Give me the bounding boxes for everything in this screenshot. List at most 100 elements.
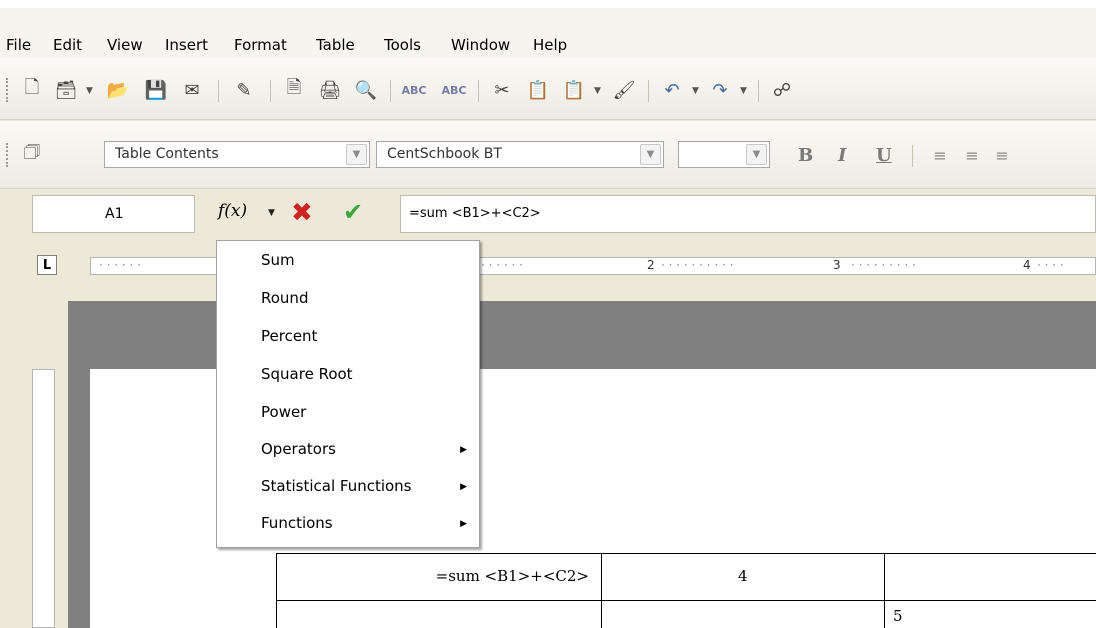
ruler-number: 4: [1023, 258, 1031, 272]
menu-item-sum[interactable]: Sum: [261, 251, 295, 269]
paragraph-style-select[interactable]: Table Contents ▼: [104, 141, 370, 168]
table-cell-b1-text: 4: [738, 567, 748, 585]
align-center-icon[interactable]: ≡: [960, 143, 984, 167]
formula-input[interactable]: =sum <B1>+<C2>: [400, 195, 1096, 233]
copy-icon[interactable]: 📋: [526, 78, 550, 102]
styles-formatting-icon[interactable]: 🗇: [20, 142, 44, 167]
toolbar-separator: [390, 80, 391, 102]
vertical-ruler[interactable]: [32, 369, 55, 628]
toolbar-separator: [648, 80, 649, 102]
formula-functions-menu: Sum Round Percent Square Root Power Oper…: [216, 240, 480, 548]
toolbar-grip[interactable]: [6, 143, 10, 167]
chevron-down-icon[interactable]: ▼: [640, 144, 661, 165]
menu-edit[interactable]: Edit: [53, 36, 82, 54]
spellcheck-icon[interactable]: ABC: [402, 78, 427, 102]
toolbar-separator: [478, 80, 479, 102]
submenu-arrow-icon: ▶: [460, 482, 467, 492]
table-cell-c2-text: 5: [893, 607, 903, 625]
formula-fx-icon[interactable]: f(x): [218, 201, 247, 221]
undo-icon[interactable]: ↶: [660, 78, 684, 102]
ruler-ticks: · · · ·: [1037, 258, 1064, 272]
ruler-number: 3: [833, 258, 841, 272]
clone-formatting-icon[interactable]: 🖌: [612, 78, 636, 102]
submenu-arrow-icon: ▶: [460, 445, 467, 455]
menu-item-power[interactable]: Power: [261, 403, 306, 421]
menu-item-statistical-functions[interactable]: Statistical Functions: [261, 477, 412, 495]
align-right-icon[interactable]: ≡: [990, 143, 1014, 167]
ruler-number: 2: [647, 258, 655, 272]
table-cell-b2[interactable]: [601, 600, 885, 628]
paragraph-style-value: Table Contents: [115, 146, 219, 162]
ruler-ticks: · · · · · ·: [99, 258, 141, 272]
chevron-down-icon[interactable]: ▼: [268, 208, 275, 218]
submenu-arrow-icon: ▶: [460, 519, 467, 529]
menu-item-percent[interactable]: Percent: [261, 327, 317, 345]
table-cell-a2[interactable]: [276, 600, 602, 628]
print-icon[interactable]: 🖨: [318, 78, 342, 102]
ruler-ticks: · · · · · · · · · ·: [661, 258, 734, 272]
bold-button[interactable]: B: [798, 145, 813, 166]
menu-item-round[interactable]: Round: [261, 289, 308, 307]
chevron-down-icon[interactable]: ▼: [746, 144, 767, 165]
toolbar-separator: [218, 80, 219, 102]
font-name-select[interactable]: CentSchbook BT ▼: [376, 141, 664, 168]
chevron-down-icon[interactable]: ▼: [86, 86, 93, 96]
tab-stop-type-button[interactable]: L: [37, 255, 57, 275]
toolbar-grip[interactable]: [6, 78, 10, 102]
menu-insert[interactable]: Insert: [165, 36, 208, 54]
underline-button[interactable]: U: [876, 145, 892, 166]
menu-item-operators[interactable]: Operators: [261, 440, 336, 458]
apply-formula-icon[interactable]: ✔: [343, 198, 363, 226]
table-cell-a1-text: =sum <B1>+<C2>: [435, 567, 589, 585]
document-area: =sum <B1>+<C2> 4 5: [0, 281, 1096, 628]
toolbar-separator: [270, 80, 271, 102]
menu-tools[interactable]: Tools: [384, 36, 421, 54]
chevron-down-icon[interactable]: ▼: [740, 86, 747, 96]
standard-toolbar: 🗋 🗃 ▼ 📂 💾 ✉ ✎ 🗎 🖨 🔍 ABC ABC ✂ 📋 📋 ▼ 🖌 ↶ …: [0, 58, 1096, 120]
menu-item-functions[interactable]: Functions: [261, 514, 333, 532]
menu-file[interactable]: File: [6, 36, 31, 54]
table-cell-b1[interactable]: 4: [601, 553, 885, 601]
toolbar-separator: [912, 145, 913, 167]
templates-icon[interactable]: 🗃: [54, 78, 78, 102]
open-folder-icon[interactable]: 📂: [106, 78, 130, 102]
table-cell-c2[interactable]: 5: [884, 600, 1096, 628]
formula-bar: A1 f(x) ▼ ✖ ✔ =sum <B1>+<C2>: [0, 190, 1096, 240]
align-left-icon[interactable]: ≡: [928, 143, 952, 167]
formula-input-value: =sum <B1>+<C2>: [409, 206, 541, 221]
menu-help[interactable]: Help: [533, 36, 567, 54]
chevron-down-icon[interactable]: ▼: [346, 144, 367, 165]
menu-format[interactable]: Format: [234, 36, 287, 54]
menu-bar: File Edit View Insert Format Table Tools…: [0, 0, 1096, 58]
page-preview-icon[interactable]: 🔍: [354, 78, 378, 102]
hyperlink-icon[interactable]: ☍: [770, 78, 794, 102]
export-pdf-icon[interactable]: 🗎: [282, 77, 306, 102]
redo-icon[interactable]: ↷: [708, 78, 732, 102]
horizontal-ruler-area: L · · · · · · · · · · · · 2 · · · · · · …: [0, 241, 1096, 281]
menu-view[interactable]: View: [107, 36, 143, 54]
edit-file-icon[interactable]: ✎: [232, 78, 256, 102]
cell-reference-value: A1: [105, 206, 124, 222]
table-cell-c1[interactable]: [884, 553, 1096, 601]
chevron-down-icon[interactable]: ▼: [692, 86, 699, 96]
toolbar-separator: [758, 80, 759, 102]
chevron-down-icon[interactable]: ▼: [594, 86, 601, 96]
menu-window[interactable]: Window: [451, 36, 510, 54]
cut-icon[interactable]: ✂: [490, 78, 514, 102]
cell-reference-field[interactable]: A1: [32, 195, 195, 233]
paste-icon[interactable]: 📋: [562, 78, 586, 102]
ruler-ticks: · · · · · ·: [481, 258, 523, 272]
email-icon[interactable]: ✉: [180, 78, 204, 102]
menu-table[interactable]: Table: [316, 36, 355, 54]
formatting-toolbar: 🗇 Table Contents ▼ CentSchbook BT ▼ ▼ B …: [0, 121, 1096, 189]
new-document-icon[interactable]: 🗋: [20, 77, 44, 102]
save-icon[interactable]: 💾: [144, 78, 168, 102]
font-size-select[interactable]: ▼: [678, 141, 770, 168]
cancel-formula-icon[interactable]: ✖: [291, 198, 313, 228]
table-cell-a1[interactable]: =sum <B1>+<C2>: [276, 553, 602, 601]
menu-item-square-root[interactable]: Square Root: [261, 365, 353, 383]
ruler-ticks: · · · · · · · · ·: [851, 258, 916, 272]
font-name-value: CentSchbook BT: [387, 146, 502, 162]
autospellcheck-icon[interactable]: ABC: [442, 78, 467, 102]
italic-button[interactable]: I: [838, 145, 846, 166]
